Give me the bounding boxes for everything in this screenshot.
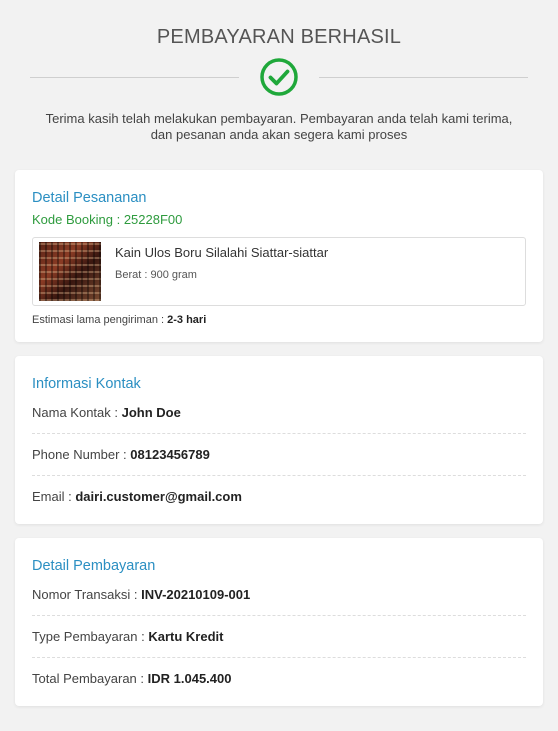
order-detail-title: Detail Pesananan [32,190,147,206]
shipping-estimate: Estimasi lama pengiriman : 2-3 hari [32,314,526,326]
contact-info-card: Informasi Kontak Nama Kontak : John Doe … [15,356,543,524]
title-divider [0,57,558,97]
success-header: PEMBAYARAN BERHASIL Terima kasih telah m… [0,0,558,143]
contact-email-row: Email : dairi.customer@gmail.com [32,476,526,508]
contact-phone-value: 08123456789 [130,447,210,462]
contact-info-title: Informasi Kontak [32,376,141,392]
page-title: PEMBAYARAN BERHASIL [156,26,402,48]
divider-right [319,76,528,78]
estimate-label: Estimasi lama pengiriman : [32,314,165,326]
product-name[interactable]: Kain Ulos Boru Silalahi Siattar-siattar [115,245,328,260]
payment-total-row: Total Pembayaran : IDR 1.045.400 [32,658,526,690]
contact-name-value: John Doe [121,405,181,420]
success-message: Terima kasih telah melakukan pembayaran.… [45,111,513,142]
booking-code-value: 25228F00 [123,212,183,227]
booking-code-label: Kode Booking : [32,212,121,227]
payment-type-value: Kartu Kredit [148,629,224,644]
contact-phone-row: Phone Number : 08123456789 [32,434,526,476]
order-detail-card: Detail Pesananan Kode Booking : 25228F00… [15,170,543,342]
booking-code: Kode Booking : 25228F00 [32,212,526,227]
transaction-number-row: Nomor Transaksi : INV-20210109-001 [32,574,526,616]
contact-phone-label: Phone Number : [32,447,127,462]
transaction-number-value: INV-20210109-001 [141,587,251,602]
payment-detail-title: Detail Pembayaran [32,558,156,574]
transaction-number-label: Nomor Transaksi : [32,587,138,602]
payment-type-row: Type Pembayaran : Kartu Kredit [32,616,526,658]
payment-total-value: IDR 1.045.400 [147,671,232,686]
check-circle-icon [260,58,298,96]
contact-name-label: Nama Kontak : [32,405,118,420]
contact-email-value: dairi.customer@gmail.com [75,489,242,504]
divider-left [30,76,239,78]
product-weight: Berat : 900 gram [115,269,197,281]
product-info: Kain Ulos Boru Silalahi Siattar-siattar … [101,242,328,301]
contact-name-row: Nama Kontak : John Doe [32,392,526,434]
payment-type-label: Type Pembayaran : [32,629,145,644]
product-image[interactable] [39,242,101,301]
contact-email-label: Email : [32,489,72,504]
estimate-value: 2-3 hari [167,314,207,326]
product-item[interactable]: Kain Ulos Boru Silalahi Siattar-siattar … [32,237,526,306]
payment-detail-card: Detail Pembayaran Nomor Transaksi : INV-… [15,538,543,706]
payment-total-label: Total Pembayaran : [32,671,145,686]
